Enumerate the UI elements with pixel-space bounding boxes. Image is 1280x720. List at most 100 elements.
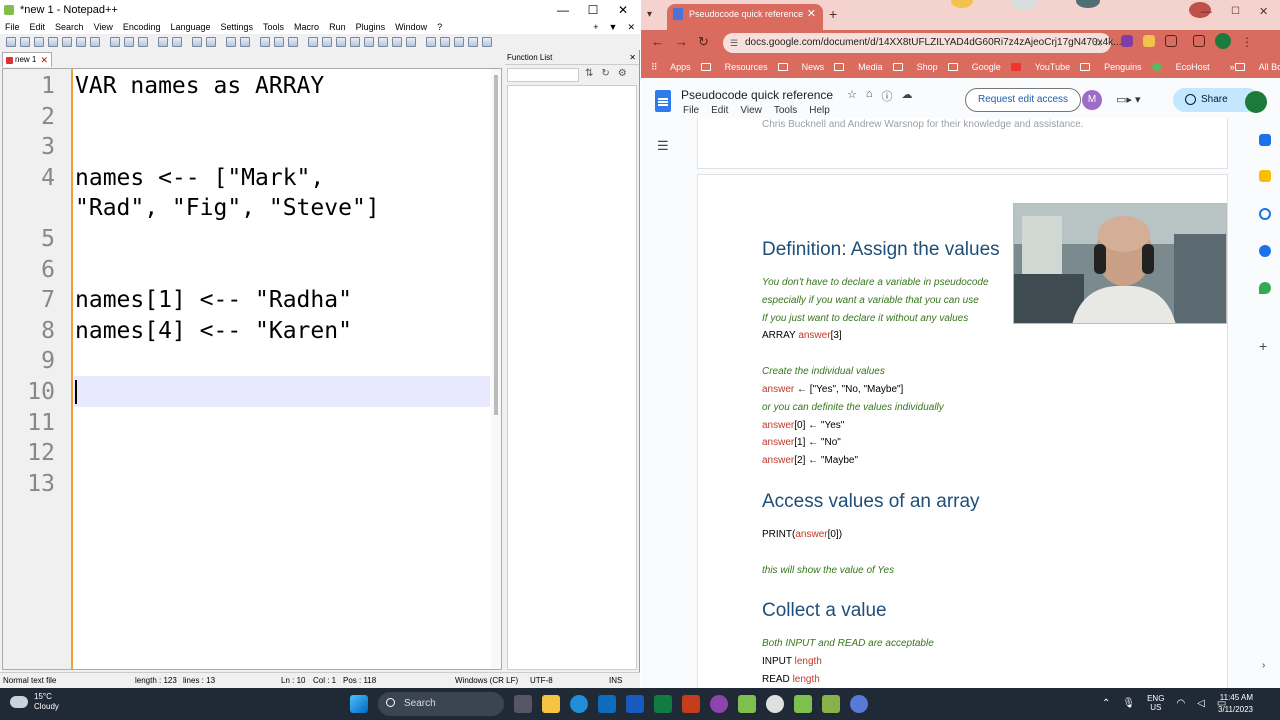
- bookmark-penguins[interactable]: Penguins: [1080, 62, 1142, 72]
- menu-close-doc[interactable]: ✕: [622, 22, 640, 33]
- sync-vertical-icon[interactable]: [260, 37, 270, 47]
- undo-icon[interactable]: [158, 37, 168, 47]
- code-editor[interactable]: 1 2 3 4 5 6 7 8 9 10 11 12 13 VAR names as ARRAY name…: [2, 68, 502, 670]
- menu-help[interactable]: ?: [432, 22, 447, 32]
- menu-view[interactable]: View: [89, 22, 118, 32]
- bookmark-google[interactable]: Google: [947, 62, 1001, 72]
- windows-start-icon[interactable]: [350, 695, 368, 713]
- find-icon[interactable]: [192, 37, 202, 47]
- bookmark-media[interactable]: Media: [834, 62, 883, 72]
- copy-icon[interactable]: [124, 37, 134, 47]
- paste-icon[interactable]: [138, 37, 148, 47]
- tab-search-icon[interactable]: ▾: [647, 9, 652, 20]
- code-line[interactable]: names <-- ["Mark",: [75, 163, 324, 193]
- bookmark-youtube[interactable]: YouTube: [1010, 62, 1070, 72]
- cut-icon[interactable]: [110, 37, 120, 47]
- play-macro-icon[interactable]: [440, 37, 450, 47]
- docs-menu-tools[interactable]: Tools: [774, 105, 797, 116]
- menu-search[interactable]: Search: [50, 22, 89, 32]
- outlook-icon[interactable]: [598, 695, 616, 713]
- new-file-icon[interactable]: [6, 37, 16, 47]
- wifi-icon[interactable]: ◠: [1176, 698, 1185, 709]
- spell-check-icon[interactable]: [482, 37, 492, 47]
- side-panel-icon[interactable]: [1193, 35, 1205, 47]
- sync-horizontal-icon[interactable]: [274, 37, 284, 47]
- scrollbar-thumb[interactable]: [494, 75, 498, 415]
- extensions-puzzle-icon[interactable]: [1165, 35, 1177, 47]
- indent-guide-icon[interactable]: [322, 37, 332, 47]
- move-to-drive-icon[interactable]: ⌂: [866, 88, 873, 104]
- star-icon[interactable]: ☆: [847, 88, 857, 104]
- keep-icon[interactable]: [1259, 170, 1271, 182]
- docs-logo-icon[interactable]: [655, 90, 671, 112]
- maps-icon[interactable]: [1259, 282, 1271, 294]
- monitoring-icon[interactable]: [392, 37, 402, 47]
- function-list-close-icon[interactable]: ✕: [629, 52, 636, 64]
- window-minimize-button[interactable]: —: [1201, 6, 1212, 18]
- menu-file[interactable]: File: [0, 22, 25, 32]
- save-icon[interactable]: [34, 37, 44, 47]
- reload-icon[interactable]: ↻: [698, 34, 709, 50]
- code-line[interactable]: names[4] <-- "Karen": [75, 316, 352, 346]
- save-macro-icon[interactable]: [468, 37, 478, 47]
- user-lang-icon[interactable]: [336, 37, 346, 47]
- all-bookmarks[interactable]: All Bookmarks: [1234, 62, 1280, 72]
- request-edit-access-button[interactable]: Request edit access: [965, 88, 1081, 112]
- extension-icon[interactable]: [1121, 35, 1133, 47]
- close-icon[interactable]: [62, 37, 72, 47]
- forward-icon[interactable]: →: [675, 34, 688, 49]
- word-icon[interactable]: [626, 695, 644, 713]
- maximize-button[interactable]: ☐: [578, 0, 608, 20]
- menu-macro[interactable]: Macro: [289, 22, 324, 32]
- notepadpp-icon[interactable]: [738, 695, 756, 713]
- tab-close-button[interactable]: ✕: [807, 4, 816, 24]
- calendar-icon[interactable]: [1259, 134, 1271, 146]
- menu-tools[interactable]: Tools: [258, 22, 289, 32]
- print-icon[interactable]: [90, 37, 100, 47]
- menu-language[interactable]: Language: [165, 22, 215, 32]
- save-all-icon[interactable]: [48, 37, 58, 47]
- word-wrap-icon[interactable]: [288, 37, 298, 47]
- redo-icon[interactable]: [172, 37, 182, 47]
- address-bar[interactable]: ☰ docs.google.com/document/d/14XX8tUFLZI…: [723, 33, 1122, 53]
- function-list-tree[interactable]: [507, 85, 637, 670]
- close-button[interactable]: ✕: [608, 0, 638, 20]
- sort-icon[interactable]: ⇅: [585, 68, 593, 82]
- chrome-profile-icon[interactable]: [710, 695, 728, 713]
- settings-app-icon[interactable]: [850, 695, 868, 713]
- document-title[interactable]: Pseudocode quick reference: [681, 88, 833, 102]
- run-macro-multiple-icon[interactable]: [454, 37, 464, 47]
- code-line[interactable]: VAR names as ARRAY: [75, 71, 324, 101]
- tray-overflow-icon[interactable]: ⌃: [1102, 698, 1110, 709]
- bookmark-apps[interactable]: ⠿ Apps: [651, 62, 691, 73]
- weather-widget[interactable]: 15°C Cloudy: [10, 692, 59, 712]
- tasks-icon[interactable]: [1259, 208, 1271, 220]
- menu-edit[interactable]: Edit: [25, 22, 51, 32]
- task-view-icon[interactable]: [514, 695, 532, 713]
- file-explorer-icon[interactable]: [542, 695, 560, 713]
- tab-pseudocode[interactable]: Pseudocode quick reference ✕: [667, 4, 823, 30]
- collaborator-avatar[interactable]: M: [1082, 90, 1102, 110]
- bookmark-ecohost[interactable]: EcoHost: [1151, 62, 1210, 72]
- volume-icon[interactable]: ◁: [1197, 698, 1205, 709]
- system-clock[interactable]: 11:45 AM 3/11/2023: [1218, 692, 1253, 716]
- reload-icon[interactable]: ↻: [601, 68, 609, 82]
- code-line[interactable]: "Rad", "Fig", "Steve"]: [75, 193, 380, 223]
- docs-menu-view[interactable]: View: [740, 105, 762, 116]
- menu-plugins[interactable]: Plugins: [351, 22, 391, 32]
- menu-tab-list[interactable]: ▼: [604, 22, 623, 32]
- extension-icon[interactable]: [1143, 35, 1155, 47]
- powerpoint-icon[interactable]: [682, 695, 700, 713]
- zoom-in-icon[interactable]: [226, 37, 236, 47]
- details-info-icon[interactable]: ⓘ: [882, 88, 893, 104]
- notepadpp-window-icon[interactable]: [822, 695, 840, 713]
- back-icon[interactable]: ←: [651, 34, 664, 49]
- record-macro-icon[interactable]: [406, 37, 416, 47]
- menu-add-tab[interactable]: +: [588, 22, 603, 32]
- show-all-chars-icon[interactable]: [308, 37, 318, 47]
- chrome-icon[interactable]: [766, 695, 784, 713]
- open-file-icon[interactable]: [20, 37, 30, 47]
- replace-icon[interactable]: [206, 37, 216, 47]
- function-list-icon[interactable]: [364, 37, 374, 47]
- bookmark-news[interactable]: News: [777, 62, 824, 72]
